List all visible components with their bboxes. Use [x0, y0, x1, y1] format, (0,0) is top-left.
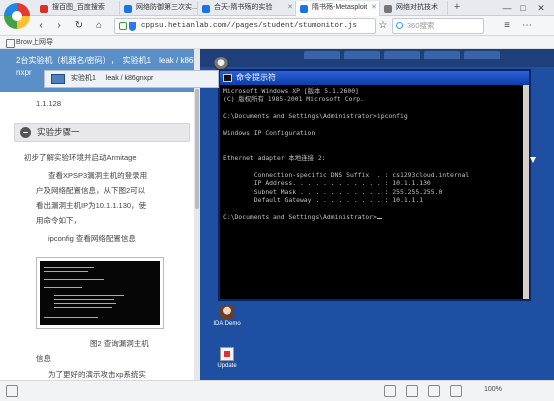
zoom-level[interactable]: 100% — [484, 386, 502, 393]
lock-icon — [119, 22, 127, 30]
ip-text: 1.1.128 — [36, 99, 62, 108]
navigation-bar: ‹ › ↻ ⌂ cppsu.hetianlab.com//pages/stude… — [0, 16, 554, 36]
extensions-icon[interactable] — [450, 385, 462, 397]
reload-button[interactable]: ↻ — [72, 18, 86, 33]
sidebar-toggle-icon[interactable] — [6, 385, 18, 397]
sound-icon[interactable] — [428, 385, 440, 397]
forward-button[interactable]: › — [52, 18, 66, 33]
step-one-header[interactable]: 实验步骤一 — [14, 123, 190, 142]
figure-screenshot-image[interactable] — [36, 257, 164, 329]
tab-bar: 搜百图_百度搜索 网络防御第三次实... 合天-隋书殇的实验 ✕ 隋书殇-Met… — [0, 0, 554, 16]
bookmark-item[interactable]: Brow上网导 — [6, 37, 53, 48]
update-icon — [220, 347, 234, 361]
figure-caption: 图2 查询漏洞主机 — [90, 339, 149, 348]
minimize-button[interactable]: — — [500, 1, 514, 15]
security-shield-icon — [129, 22, 136, 31]
lesson-paragraph: ipconfig 查看网络配置信息 — [48, 234, 136, 243]
monitor-icon — [51, 74, 65, 84]
scrollbar-thumb[interactable] — [195, 89, 199, 209]
vm-host: leak / k86gnxpr — [105, 75, 154, 82]
breadcrumb-vm-count: 2台实验机（机器名/密码） — [16, 56, 107, 65]
collapse-icon[interactable] — [20, 127, 31, 138]
cmd-scrollbar[interactable] — [523, 85, 529, 299]
lesson-paragraph: 户及网络配置信息，从下图2可以 — [36, 186, 146, 195]
bookmark-bar: Brow上网导 — [0, 36, 554, 49]
close-window-button[interactable]: ✕ — [534, 1, 548, 15]
screenshot-icon[interactable] — [384, 385, 396, 397]
close-tab-icon[interactable]: ✕ — [287, 1, 293, 15]
tab-metasploit[interactable]: 隋书殇-Metasploit ✕ — [296, 1, 380, 16]
new-tab-button[interactable]: + — [450, 1, 464, 15]
shield-icon — [202, 5, 210, 13]
breadcrumb-vm[interactable]: 实验机1 — [123, 56, 151, 65]
baidu-icon — [40, 5, 48, 13]
tab-network-defense[interactable]: 网络防御第三次实... — [120, 1, 198, 16]
desktop-icon-update[interactable]: Update — [212, 347, 242, 370]
browser-logo-icon[interactable] — [4, 3, 30, 29]
shield-icon — [300, 5, 308, 13]
ida-icon — [220, 305, 234, 319]
address-bar[interactable]: cppsu.hetianlab.com//pages/student/stumo… — [114, 18, 376, 34]
lesson-paragraph: 用命令如下， — [36, 216, 81, 225]
lesson-paragraph: 看出漏洞主机IP为10.1.1.130，使 — [36, 201, 147, 210]
cmd-output[interactable]: Microsoft Windows XP [版本 5.1.2600] (C) 版… — [220, 85, 529, 224]
page-icon — [124, 5, 132, 13]
extensions-button[interactable]: ⋯ — [520, 18, 534, 33]
cmd-icon — [223, 74, 232, 82]
cmd-window[interactable]: 命令提示符 Microsoft Windows XP [版本 5.1.2600]… — [218, 69, 531, 301]
download-icon[interactable] — [406, 385, 418, 397]
close-tab-icon[interactable]: ✕ — [371, 1, 377, 15]
tab-network-attack[interactable]: 网络对抗技术 — [380, 1, 448, 16]
tab-baidu-search[interactable]: 搜百图_百度搜索 — [36, 1, 120, 16]
remote-desktop[interactable]: 命令提示符 Microsoft Windows XP [版本 5.1.2600]… — [200, 49, 554, 380]
breadcrumb-line2: nxpr — [16, 68, 32, 77]
home-button[interactable]: ⌂ — [92, 18, 106, 33]
menu-button[interactable]: ≡ — [500, 18, 514, 33]
vm-label: 实验机1 — [71, 75, 96, 82]
search-input[interactable]: 360搜索 — [392, 18, 484, 34]
tab-hetian-lab[interactable]: 合天-隋书殇的实验 ✕ — [198, 1, 296, 16]
lesson-paragraph: 为了更好的演示攻击xp系统实 — [48, 370, 146, 379]
search-icon — [396, 22, 403, 29]
status-bar: 100% — [0, 380, 554, 401]
lesson-paragraph: 查看XPSP3漏洞主机的登录用 — [48, 171, 148, 180]
desktop-icon-ida[interactable]: IDA Demo — [212, 305, 242, 328]
mouse-cursor-icon — [530, 157, 536, 163]
remote-toolbar — [200, 49, 554, 67]
maximize-button[interactable]: □ — [516, 1, 530, 15]
bookmark-star-button[interactable]: ☆ — [376, 18, 390, 33]
page-icon — [384, 5, 392, 13]
figure-caption-cont: 信息 — [36, 354, 51, 363]
vm-connection-bar[interactable]: 实验机1 leak / k86gnxpr — [44, 70, 219, 88]
text-cursor — [376, 218, 382, 220]
lesson-paragraph: 初步了解实验环境并启动Armitage — [24, 153, 137, 162]
lesson-panel: 2台实验机（机器名/密码），实验机1 leak / k86ig nxpr 1.1.… — [0, 49, 200, 380]
cmd-titlebar[interactable]: 命令提示符 — [220, 71, 529, 85]
back-button[interactable]: ‹ — [34, 18, 48, 33]
